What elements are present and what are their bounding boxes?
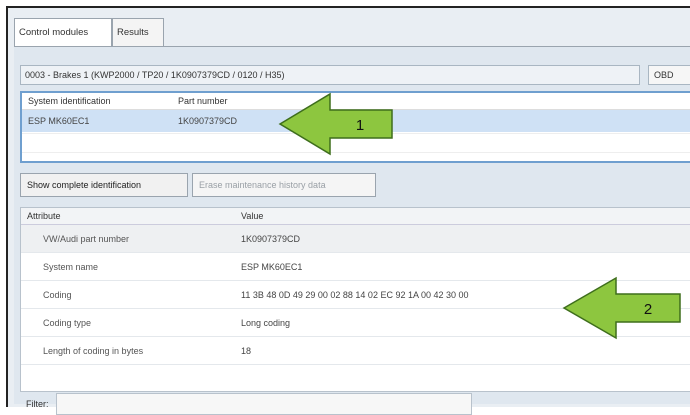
value-cell: Long coding: [241, 318, 291, 328]
attribute-cell: Coding type: [43, 318, 92, 328]
value-cell: 1K0907379CD: [241, 234, 301, 244]
part-number-cell: 1K0907379CD: [178, 116, 238, 126]
attribute-cell: System name: [43, 262, 99, 272]
arrow-shape: [278, 92, 393, 156]
tab-results[interactable]: Results: [112, 18, 164, 46]
system-identification-cell: ESP MK60EC1: [28, 116, 90, 126]
column-header-attribute[interactable]: Attribute: [27, 211, 61, 221]
erase-maintenance-history-button[interactable]: Erase maintenance history data: [192, 173, 376, 197]
module-header: 0003 - Brakes 1 (KWP2000 / TP20 / 1K0907…: [20, 65, 640, 85]
column-header-value[interactable]: Value: [241, 211, 263, 221]
value-cell: 11 3B 48 0D 49 29 00 02 88 14 02 EC 92 1…: [241, 290, 469, 300]
attribute-cell: VW/Audi part number: [43, 234, 130, 244]
filter-label: Filter:: [26, 399, 49, 409]
value-cell: ESP MK60EC1: [241, 262, 303, 272]
table-row[interactable]: VW/Audi part number 1K0907379CD: [21, 225, 690, 253]
attribute-cell: Length of coding in bytes: [43, 346, 144, 356]
value-cell: 18: [241, 346, 252, 356]
obd-button[interactable]: OBD: [648, 65, 690, 85]
attribute-cell: Coding: [43, 290, 72, 300]
callout-arrow-1: 1: [278, 92, 393, 156]
filter-input[interactable]: [56, 393, 472, 415]
arrow-shape: [562, 276, 681, 340]
column-header-system-identification[interactable]: System identification: [28, 96, 111, 106]
attribute-table-header: Attribute Value: [21, 208, 690, 225]
show-complete-identification-button[interactable]: Show complete identification: [20, 173, 188, 197]
callout-number-1: 1: [356, 117, 364, 134]
column-header-part-number[interactable]: Part number: [178, 96, 228, 106]
table-row[interactable]: Length of coding in bytes 18: [21, 337, 690, 365]
tab-control-modules[interactable]: Control modules: [14, 18, 112, 46]
application-window: Control modules Results 0003 - Brakes 1 …: [6, 6, 690, 415]
callout-number-2: 2: [644, 301, 652, 318]
callout-arrow-2: 2: [562, 276, 681, 340]
